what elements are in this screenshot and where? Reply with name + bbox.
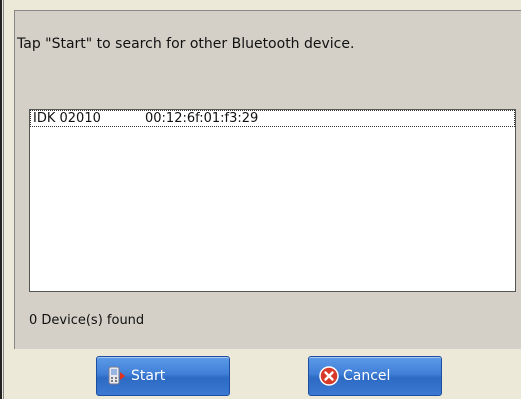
device-address: 00:12:6f:01:f3:29 [145, 111, 259, 126]
start-button-label: Start [131, 368, 166, 384]
cancel-button[interactable]: Cancel [308, 356, 442, 396]
devices-found-status: 0 Device(s) found [29, 313, 145, 328]
bluetooth-search-dialog: Tap "Start" to search for other Bluetoot… [0, 0, 521, 399]
window-border [0, 0, 2, 399]
instruction-text: Tap "Start" to search for other Bluetoot… [17, 36, 355, 52]
bluetooth-device-icon [107, 366, 127, 386]
cancel-button-label: Cancel [343, 368, 391, 384]
window-border-inner [3, 0, 4, 399]
device-name: IDK 02010 [33, 111, 101, 126]
device-row[interactable]: IDK 02010 00:12:6f:01:f3:29 [30, 110, 515, 127]
device-list[interactable]: IDK 02010 00:12:6f:01:f3:29 [29, 109, 516, 292]
start-button[interactable]: Start [96, 356, 230, 396]
cancel-x-icon [319, 366, 339, 386]
